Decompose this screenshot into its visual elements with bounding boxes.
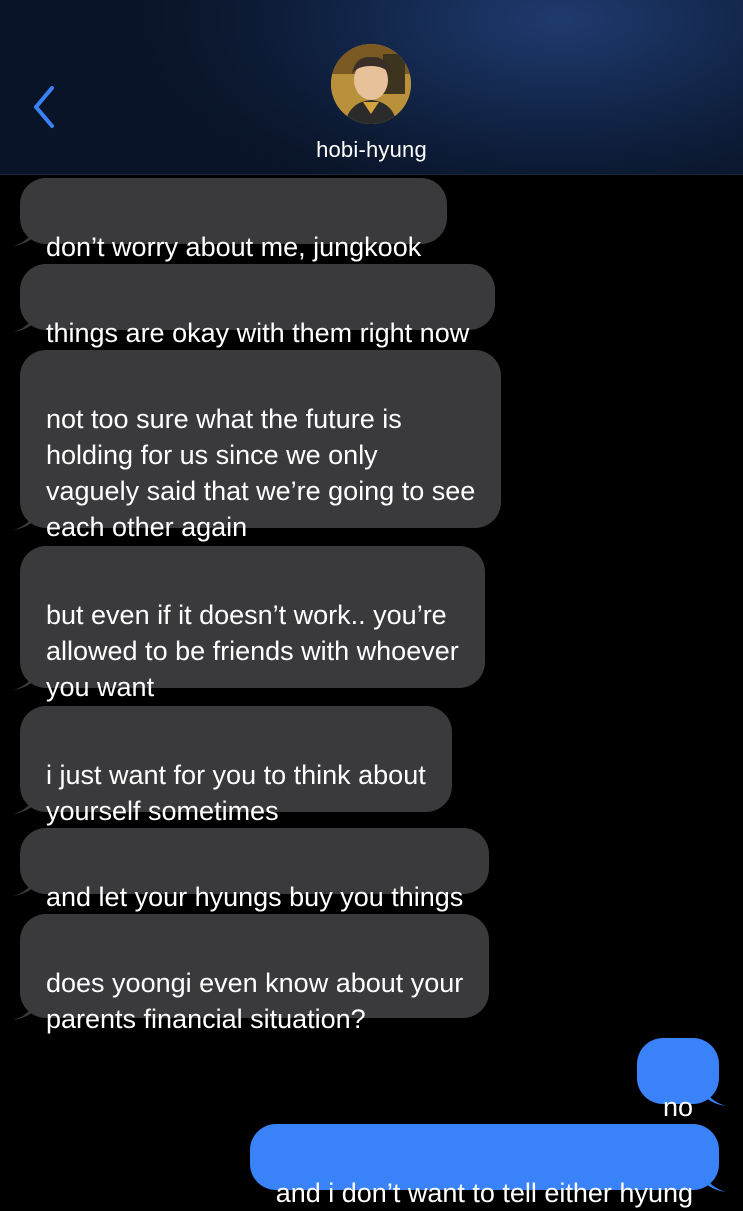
message-text: things are okay with them right now [46,318,470,348]
message-bubble-outgoing[interactable]: no [636,1038,726,1122]
bubble-tail [13,508,35,530]
message-text: no [662,1092,693,1122]
message-bubble-incoming[interactable]: not too sure what the future is holding … [13,350,502,542]
message-text: don’t worry about me, jungkook [46,232,422,262]
bubble-tail [13,224,35,246]
message-text: and let your hyungs buy you things [46,882,464,912]
message-text: does yoongi even know about your parents… [46,968,464,1034]
message-bubble-incoming[interactable]: i just want for you to think about yours… [13,706,452,826]
bubble-tail [13,874,35,896]
message-text: and i don’t want to tell either hyung [275,1178,693,1208]
message-bubble-incoming[interactable]: does yoongi even know about your parents… [13,914,490,1034]
message-bubble-incoming[interactable]: things are okay with them right now [13,264,496,348]
message-text: i just want for you to think about yours… [46,760,426,826]
back-button[interactable] [24,82,64,132]
message-bubble-incoming[interactable]: don’t worry about me, jungkook [13,178,448,262]
message-text: not too sure what the future is holding … [46,404,476,542]
bubble-tail [13,792,35,814]
bubble-tail [704,1084,726,1106]
avatar-photo [331,44,411,124]
message-text: but even if it doesn’t work.. you’re all… [46,600,459,702]
contact-name[interactable]: hobi-hyung [0,137,743,163]
message-bubble-outgoing[interactable]: and i don’t want to tell either hyung [249,1124,726,1208]
bubble-tail [13,310,35,332]
chevron-left-icon [34,86,54,128]
message-bubble-incoming[interactable]: and let your hyungs buy you things [13,828,490,912]
bubble-tail [13,998,35,1020]
message-bubble-incoming[interactable]: but even if it doesn’t work.. you’re all… [13,546,485,702]
contact-avatar[interactable] [331,44,411,124]
bubble-tail [704,1170,726,1192]
bubble-tail [13,668,35,690]
conversation-header: hobi-hyung [0,0,743,175]
message-thread: don’t worry about me, jungkook things ar… [0,174,743,1208]
